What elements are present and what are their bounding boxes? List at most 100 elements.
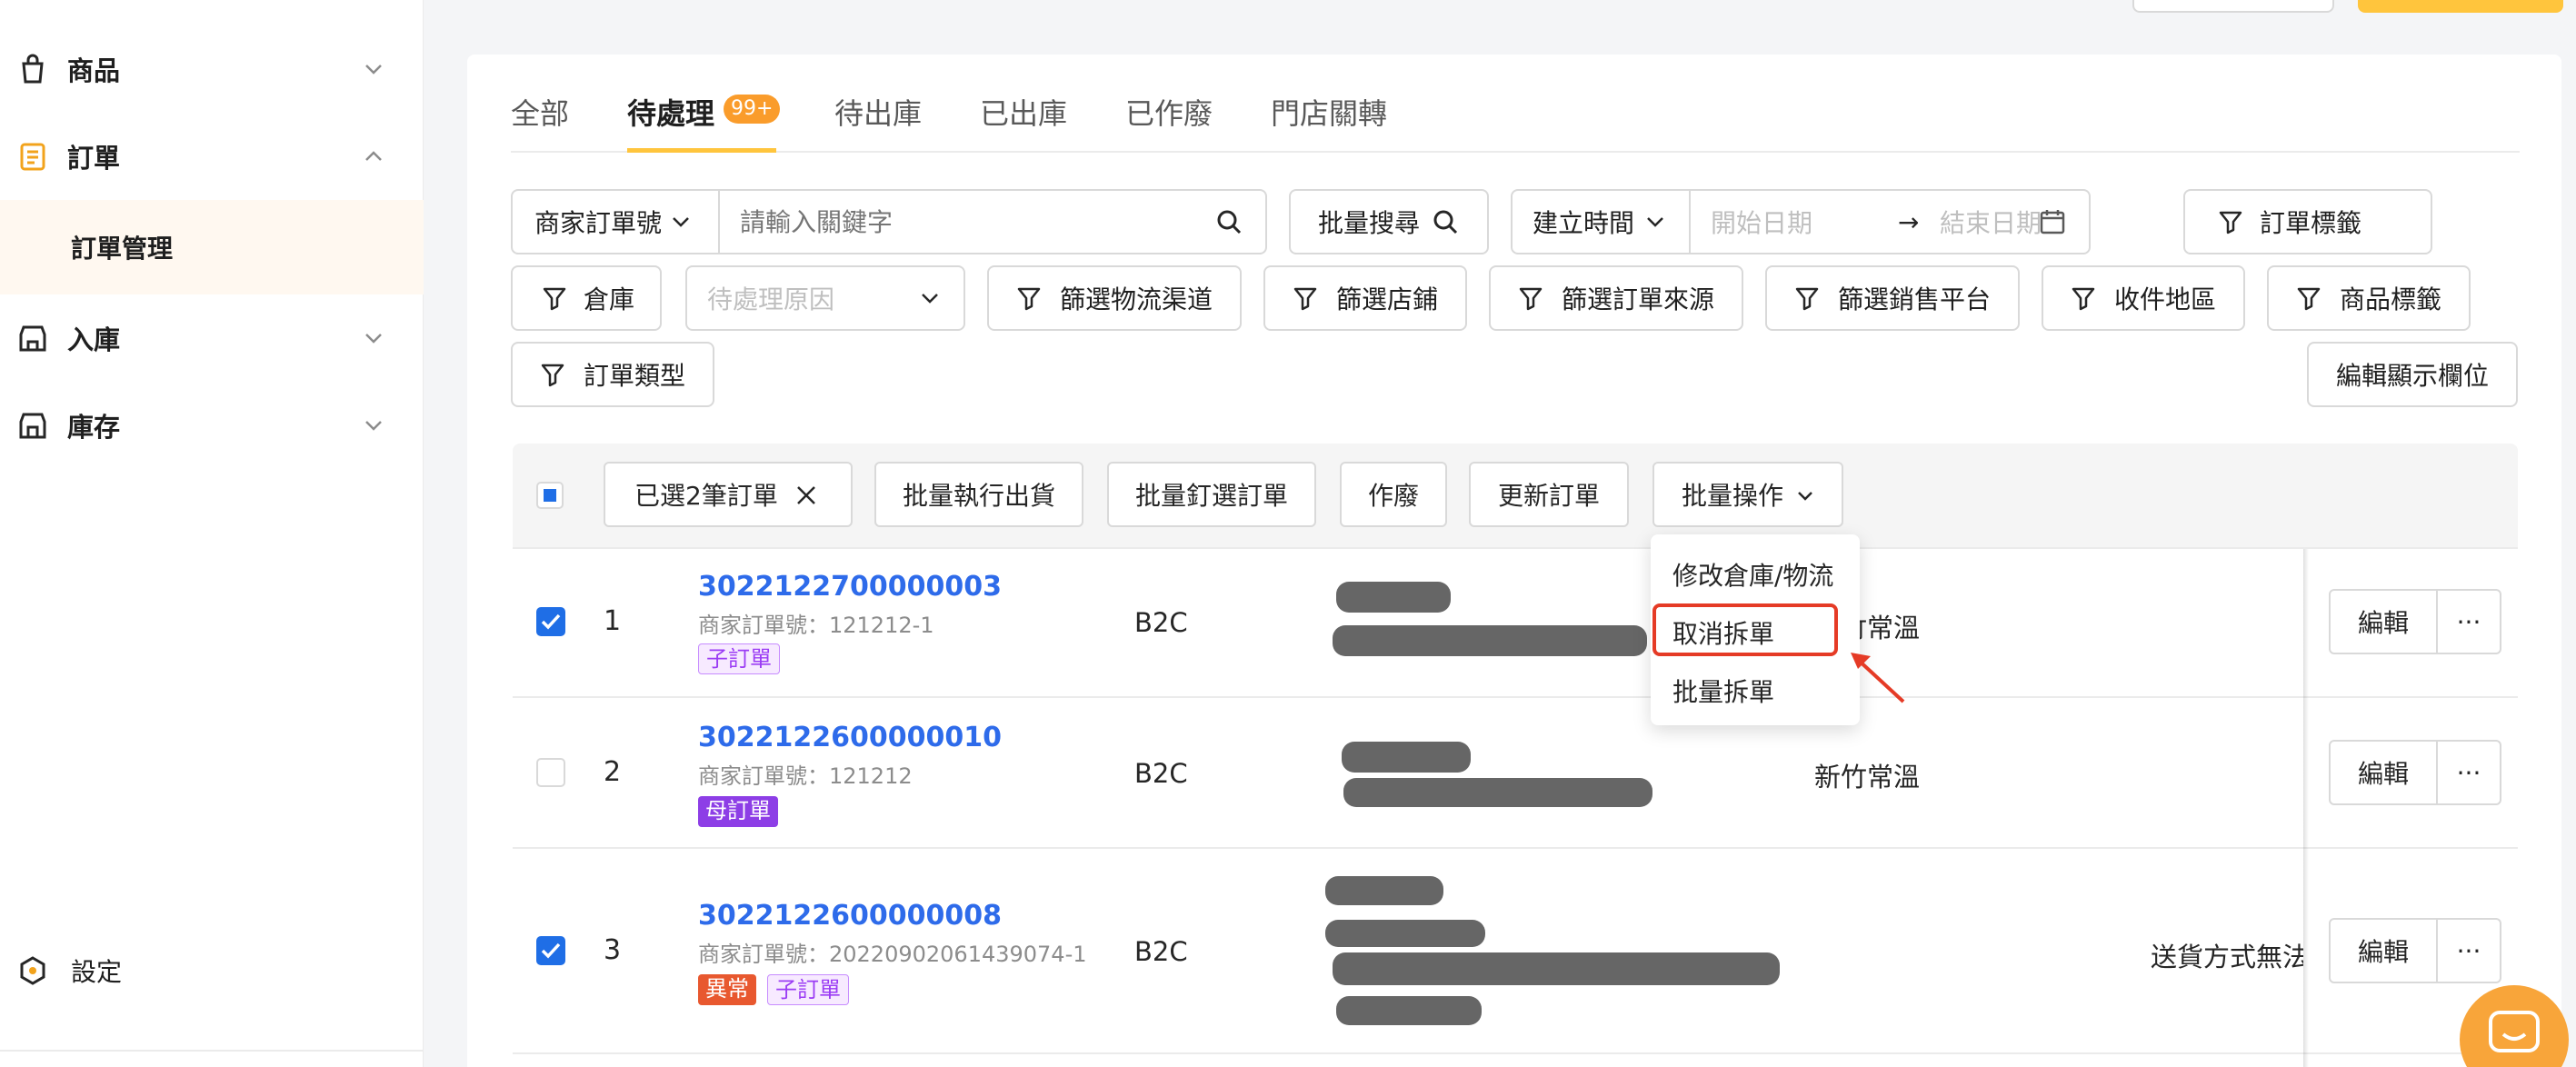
chevron-down-icon xyxy=(1647,217,1663,227)
sidebar-item-order-management[interactable]: 訂單管理 xyxy=(0,200,424,294)
filter-label: 訂單標籤 xyxy=(2260,208,2362,238)
filter-icon xyxy=(1795,287,1819,311)
filter-icon xyxy=(2072,287,2095,311)
select-all-checkbox[interactable] xyxy=(536,482,564,509)
row-number: 1 xyxy=(604,605,622,637)
more-actions-button[interactable]: ··· xyxy=(2436,918,2501,983)
more-actions-button[interactable]: ··· xyxy=(2436,740,2501,805)
edit-columns-button[interactable]: 編輯顯示欄位 xyxy=(2307,342,2518,407)
merchant-order-number: 商家訂單號：121212-1 xyxy=(698,613,934,638)
sidebar-item-inbound[interactable]: 入庫 xyxy=(0,294,424,382)
settings-label: 設定 xyxy=(71,957,123,987)
redacted-text xyxy=(1333,625,1647,656)
sales-platform-filter[interactable]: 篩選銷售平台 xyxy=(1765,265,2020,331)
end-date-input[interactable]: 結束日期 xyxy=(1940,204,2042,240)
chevron-down-icon xyxy=(365,421,382,431)
count-badge: 99+ xyxy=(724,95,781,124)
sidebar-item-label: 訂單 xyxy=(67,143,121,174)
sub-order-tag: 子訂單 xyxy=(698,643,780,674)
divider xyxy=(0,1050,424,1052)
order-type: B2C xyxy=(1134,758,1188,789)
warehouse-filter[interactable]: 倉庫 xyxy=(511,265,662,331)
more-actions-button[interactable]: ··· xyxy=(2436,589,2501,654)
divider xyxy=(1689,189,1691,254)
selected-count-label: 已選2筆訂單 xyxy=(634,481,778,511)
active-tab-indicator xyxy=(627,148,776,153)
divider xyxy=(718,189,720,254)
time-field-select[interactable]: 建立時間 xyxy=(1533,204,1634,240)
order-list-icon xyxy=(20,143,45,171)
sidebar-item-orders[interactable]: 訂單 xyxy=(0,113,424,200)
sidebar-item-settings[interactable]: 設定 xyxy=(0,927,424,1014)
menu-item-change-warehouse[interactable]: 修改倉庫/物流 xyxy=(1672,556,1833,593)
update-order-button[interactable]: 更新訂單 xyxy=(1469,462,1629,527)
start-date-input[interactable]: 開始日期 xyxy=(1711,204,1812,240)
sidebar: 商品 訂單 訂單管理 入庫 庫存 設定 xyxy=(0,0,424,1067)
receiving-area-filter[interactable]: 收件地區 xyxy=(2042,265,2245,331)
batch-pin-button[interactable]: 批量釘選訂單 xyxy=(1107,462,1316,527)
chevron-down-icon xyxy=(1798,492,1812,501)
edit-button[interactable]: 編輯 xyxy=(2329,918,2438,983)
shipping-method: 送貨方式無法 xyxy=(2151,942,2303,972)
menu-item-batch-split[interactable]: 批量拆單 xyxy=(1672,673,1774,709)
batch-search-button[interactable]: 批量搜尋 xyxy=(1289,189,1489,254)
shipping-method: 新竹常溫 xyxy=(1814,762,1921,793)
date-range-group: 建立時間 開始日期 → 結束日期 xyxy=(1511,189,2091,254)
tabs-divider xyxy=(511,151,2520,153)
sidebar-item-label: 商品 xyxy=(67,55,121,86)
row-checkbox[interactable] xyxy=(536,607,565,636)
select-placeholder: 待處理原因 xyxy=(707,284,835,314)
redacted-text xyxy=(1336,582,1451,613)
sidebar-item-label: 庫存 xyxy=(67,412,121,443)
order-number-link[interactable]: 3022122600000010 xyxy=(698,722,1002,753)
top-primary-button[interactable] xyxy=(2358,0,2563,13)
void-button[interactable]: 作廢 xyxy=(1340,462,1447,527)
redacted-text xyxy=(1336,996,1482,1025)
batch-search-label: 批量搜尋 xyxy=(1318,208,1421,238)
row-checkbox[interactable] xyxy=(536,936,565,965)
search-group: 商家訂單號 xyxy=(511,189,1267,254)
edit-button[interactable]: 編輯 xyxy=(2329,589,2438,654)
search-icon[interactable] xyxy=(1214,207,1243,236)
chevron-down-icon xyxy=(365,334,382,344)
order-number-link[interactable]: 3022122600000008 xyxy=(698,900,1002,932)
order-type: B2C xyxy=(1134,607,1188,638)
batch-operations-button[interactable]: 批量操作 xyxy=(1652,462,1843,527)
pending-reason-select[interactable]: 待處理原因 xyxy=(685,265,965,331)
highlight-box xyxy=(1652,603,1838,656)
close-icon[interactable] xyxy=(794,484,818,507)
filter-label: 收件地區 xyxy=(2114,284,2217,314)
selected-count-chip: 已選2筆訂單 xyxy=(604,462,853,527)
edit-button[interactable]: 編輯 xyxy=(2329,740,2438,805)
tab-shipped[interactable]: 已出庫 xyxy=(980,91,1067,133)
fixed-column-shadow xyxy=(2303,549,2309,1067)
order-number-link[interactable]: 3022122700000003 xyxy=(698,571,1002,603)
tab-to-ship[interactable]: 待出庫 xyxy=(834,91,922,133)
tab-store-transfer[interactable]: 門店關轉 xyxy=(1271,91,1387,133)
chevron-down-icon xyxy=(673,217,689,227)
tab-voided[interactable]: 已作廢 xyxy=(1125,91,1213,133)
top-action-button[interactable] xyxy=(2132,0,2334,13)
redacted-text xyxy=(1325,920,1485,947)
search-input[interactable] xyxy=(740,200,1176,244)
sidebar-item-label: 入庫 xyxy=(67,324,121,355)
tab-pending[interactable]: 待處理 xyxy=(627,91,714,133)
product-tags-filter[interactable]: 商品標籤 xyxy=(2267,265,2471,331)
filter-icon xyxy=(2297,287,2321,311)
filter-icon xyxy=(543,287,566,311)
calendar-icon[interactable] xyxy=(2038,207,2067,236)
order-tags-filter[interactable]: 訂單標籤 xyxy=(2183,189,2432,254)
filter-label: 篩選銷售平台 xyxy=(1838,284,1992,314)
parent-order-tag: 母訂單 xyxy=(698,796,778,827)
sidebar-item-products[interactable]: 商品 xyxy=(0,25,424,113)
sidebar-item-inventory[interactable]: 庫存 xyxy=(0,382,424,469)
logistics-channel-filter[interactable]: 篩選物流渠道 xyxy=(987,265,1242,331)
tab-all[interactable]: 全部 xyxy=(511,91,569,133)
store-filter[interactable]: 篩選店鋪 xyxy=(1263,265,1467,331)
row-checkbox[interactable] xyxy=(536,758,565,787)
order-type-filter[interactable]: 訂單類型 xyxy=(511,342,714,407)
batch-ship-button[interactable]: 批量執行出貨 xyxy=(874,462,1083,527)
search-field-select[interactable]: 商家訂單號 xyxy=(534,204,662,240)
filter-icon xyxy=(2219,211,2242,234)
order-source-filter[interactable]: 篩選訂單來源 xyxy=(1489,265,1743,331)
